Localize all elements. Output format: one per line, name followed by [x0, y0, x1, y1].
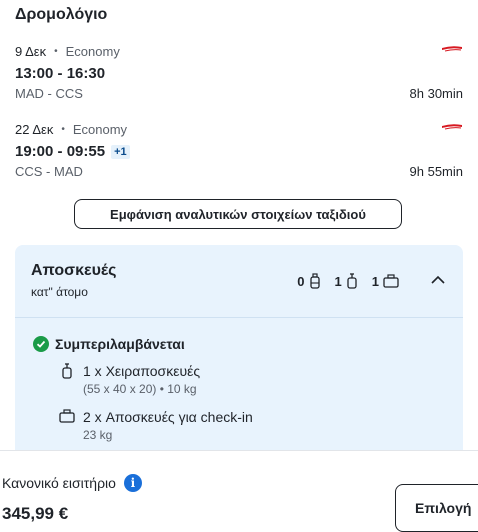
cabin-bag-icon	[347, 273, 357, 289]
cabin-bag-count-value: 1	[334, 273, 342, 289]
chevron-up-icon[interactable]	[431, 273, 445, 287]
info-icon[interactable]: i	[123, 474, 142, 492]
flight-route: MAD - CCS	[15, 86, 83, 101]
included-label: Συμπεριλαμβάνεται	[55, 336, 185, 352]
checked-bag-count-value: 1	[371, 273, 379, 289]
checked-bag-count: 1	[372, 274, 399, 289]
flight-route: CCS - MAD	[15, 164, 83, 179]
flight-times: 19:00 - 09:55 +1	[15, 143, 463, 160]
baggage-item-label: 2 x Αποσκευές για check-in	[83, 409, 253, 425]
flight-times-text: 13:00 - 16:30	[15, 65, 106, 82]
check-circle-icon	[33, 336, 49, 352]
included-heading: Συμπεριλαμβάνεται	[33, 336, 185, 352]
fare-name-text: Κανονικό εισιτήριο	[2, 475, 116, 491]
flight-cabin: Economy	[72, 122, 128, 137]
baggage-counts: 0 1 1	[297, 273, 399, 289]
fare-price: 345,99 €	[2, 504, 69, 523]
baggage-item-label: 1 x Χειραποσκευές	[83, 363, 201, 379]
baggage-item-detail: 23 kg	[83, 428, 113, 442]
flight-cabin: Economy	[65, 44, 120, 59]
baggage-header[interactable]: Αποσκευές κατ" άτομο 0 1 1	[15, 245, 463, 318]
checked-bag-icon	[383, 274, 399, 288]
personal-item-count-value: 0	[297, 273, 305, 289]
checked-bag-icon	[59, 409, 75, 423]
personal-item-icon	[309, 273, 320, 289]
flight-meta: 9 Δεκ • Economy	[15, 44, 463, 59]
show-trip-details-button[interactable]: Εμφάνιση αναλυτικών στοιχείων ταξιδιού	[74, 199, 402, 229]
baggage-subtitle: κατ" άτομο	[31, 285, 88, 299]
flight-bottom-row: CCS - MAD 9h 55min	[15, 164, 463, 179]
itinerary-title: Δρομολόγιο	[15, 6, 108, 23]
flight-outbound[interactable]: 9 Δεκ • Economy 13:00 - 16:30 MAD - CCS …	[15, 44, 463, 101]
flight-duration: 9h 55min	[409, 164, 463, 179]
day-offset-badge: +1	[111, 144, 130, 159]
flight-bottom-row: MAD - CCS 8h 30min	[15, 86, 463, 101]
flight-meta: 22 Δεκ • Economy	[15, 122, 463, 137]
baggage-item-cabin: 1 x Χειραποσκευές (55 x 40 x 20) • 10 kg	[59, 363, 200, 396]
cabin-bag-count: 1	[335, 273, 358, 289]
fare-footer: Κανονικό εισιτήριο i 345,99 € Επιλογή	[0, 450, 478, 532]
airline-logo-icon	[442, 124, 462, 130]
separator-dot: •	[61, 124, 65, 135]
airline-logo-icon	[442, 46, 462, 52]
personal-item-count: 0	[297, 273, 320, 289]
baggage-panel: Αποσκευές κατ" άτομο 0 1 1 Συμπεριλαμβάν…	[15, 245, 463, 465]
separator-dot: •	[54, 46, 58, 57]
fare-name: Κανονικό εισιτήριο i	[2, 474, 142, 492]
baggage-title: Αποσκευές	[31, 262, 117, 279]
baggage-item-detail: (55 x 40 x 20) • 10 kg	[83, 382, 197, 396]
flight-date: 9 Δεκ	[15, 44, 47, 59]
select-fare-button[interactable]: Επιλογή	[395, 484, 478, 532]
flight-return[interactable]: 22 Δεκ • Economy 19:00 - 09:55 +1 CCS - …	[15, 122, 463, 179]
flight-duration: 8h 30min	[409, 86, 463, 101]
flight-date: 22 Δεκ	[15, 122, 54, 137]
flight-times: 13:00 - 16:30	[15, 65, 463, 82]
baggage-item-checked: 2 x Αποσκευές για check-in 23 kg	[59, 409, 253, 442]
flight-times-text: 19:00 - 09:55	[15, 143, 106, 160]
cabin-bag-icon	[62, 363, 72, 379]
